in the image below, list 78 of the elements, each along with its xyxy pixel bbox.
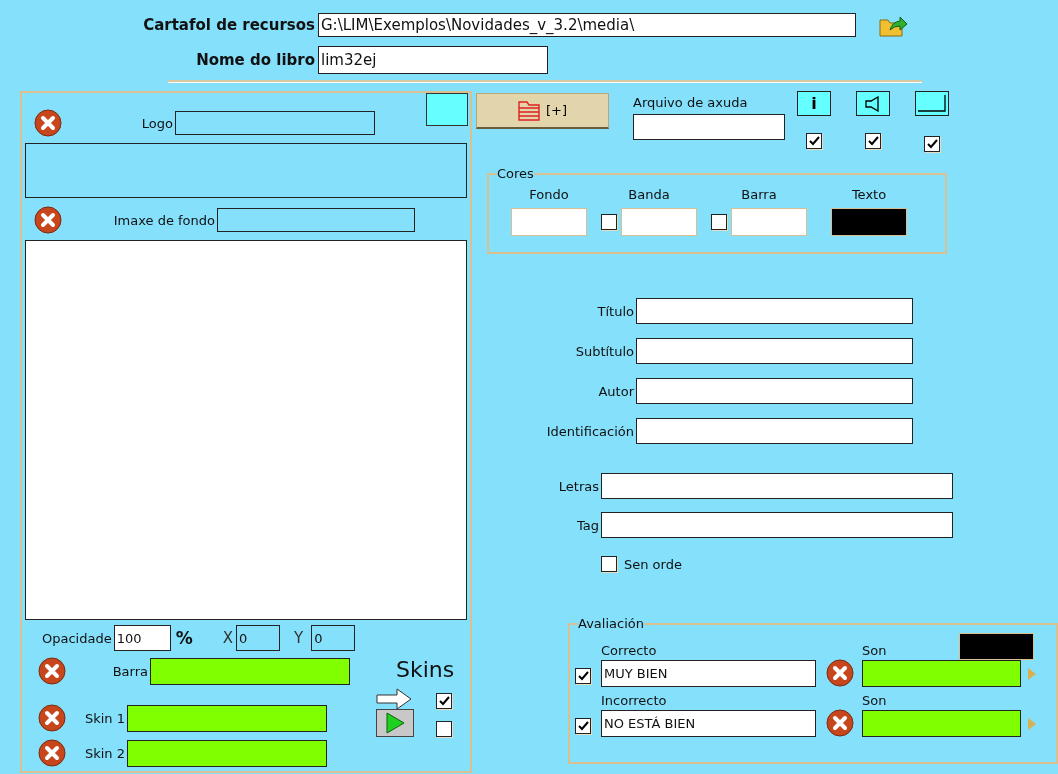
field-label: Incorrecto — [601, 693, 668, 708]
field-label: Autor — [597, 383, 635, 399]
skins-title: Skins — [396, 657, 455, 682]
checkbox[interactable] — [865, 133, 881, 149]
field-label: Opacidade — [42, 630, 112, 646]
field-label: Texto — [851, 187, 887, 202]
toggle-button[interactable] — [856, 91, 890, 116]
checkbox[interactable] — [601, 556, 617, 572]
checkbox-label: Sen orde — [624, 556, 682, 572]
field-label: Son — [862, 643, 888, 658]
x-field[interactable]: 0 — [236, 625, 280, 651]
field-label: Título — [596, 303, 635, 319]
cancel-icon[interactable] — [826, 709, 854, 737]
field-label: Nome do libro — [195, 51, 316, 69]
checkbox[interactable] — [806, 133, 822, 149]
checkbox[interactable] — [601, 214, 617, 230]
toggle-button[interactable] — [915, 91, 949, 116]
field-label: Arquivo de axuda — [633, 95, 749, 110]
cancel-icon[interactable] — [38, 739, 66, 767]
field-label: Imaxe de fondo — [112, 212, 216, 228]
info-button[interactable]: i — [797, 91, 831, 116]
cancel-icon[interactable] — [826, 659, 854, 687]
group-title: Cores — [497, 166, 534, 181]
field-label: Y — [294, 629, 304, 647]
text-field[interactable] — [636, 338, 913, 364]
checkbox[interactable] — [436, 721, 452, 737]
cancel-icon[interactable] — [38, 657, 66, 685]
play-button[interactable] — [376, 709, 414, 737]
message-field[interactable]: MUY BIEN — [601, 660, 816, 687]
book-name-field[interactable]: lim32ej — [318, 46, 548, 74]
field-label: Tag — [576, 517, 600, 533]
message-field[interactable]: NO ESTÁ BIEN — [601, 710, 816, 737]
group-title: Avaliación — [578, 616, 644, 631]
field-label: Correcto — [601, 643, 658, 658]
checkbox[interactable] — [924, 136, 940, 152]
field-label: Barra — [111, 663, 149, 679]
y-field[interactable]: 0 — [311, 625, 356, 651]
skin-field[interactable] — [127, 704, 327, 732]
play-icon — [384, 712, 406, 734]
field-label: Skin 1 — [83, 710, 126, 726]
window-icon — [917, 93, 947, 114]
sound-field[interactable] — [862, 710, 1021, 737]
field-label: Banda — [628, 187, 670, 202]
checkbox[interactable] — [711, 214, 727, 230]
cancel-icon[interactable] — [34, 109, 62, 137]
field-label: Identificación — [545, 423, 635, 439]
text-field[interactable] — [636, 298, 913, 324]
text-field[interactable] — [636, 418, 913, 444]
field-label: Skin 2 — [83, 745, 126, 761]
field-label: Cartafol de recursos — [142, 16, 316, 34]
color-swatch[interactable] — [426, 93, 468, 126]
checkbox[interactable] — [436, 692, 452, 709]
text-field[interactable] — [636, 378, 913, 404]
field-label: Logo — [140, 115, 174, 131]
skin-field[interactable] — [127, 739, 327, 767]
help-file-field[interactable] — [633, 114, 785, 140]
field-label: X — [222, 629, 233, 647]
folder-path-field[interactable]: G:\LIM\Exemplos\Novidades_v_3.2\media\ — [318, 13, 856, 37]
sound-field[interactable] — [862, 660, 1021, 687]
text-field[interactable] — [601, 512, 953, 538]
cancel-icon[interactable] — [34, 206, 62, 234]
field-label: Fondo — [529, 187, 569, 202]
field-label: Barra — [741, 187, 777, 202]
field-label: Son — [862, 693, 888, 708]
opacity-field[interactable]: 100 — [113, 625, 171, 651]
cancel-icon[interactable] — [38, 704, 66, 732]
skin-field[interactable] — [150, 657, 350, 685]
checkbox[interactable] — [575, 718, 591, 734]
arrow-right-icon[interactable] — [376, 688, 412, 710]
add-page-button[interactable]: [+] — [476, 93, 609, 129]
logo-field[interactable] — [175, 111, 375, 135]
checkbox[interactable] — [575, 668, 591, 684]
page-list-icon — [517, 100, 540, 121]
percent-sign: % — [175, 628, 193, 648]
field-label: Letras — [557, 478, 600, 494]
background-image-field[interactable] — [217, 208, 415, 232]
text-field[interactable] — [601, 473, 953, 499]
field-label: Subtítulo — [574, 343, 635, 359]
